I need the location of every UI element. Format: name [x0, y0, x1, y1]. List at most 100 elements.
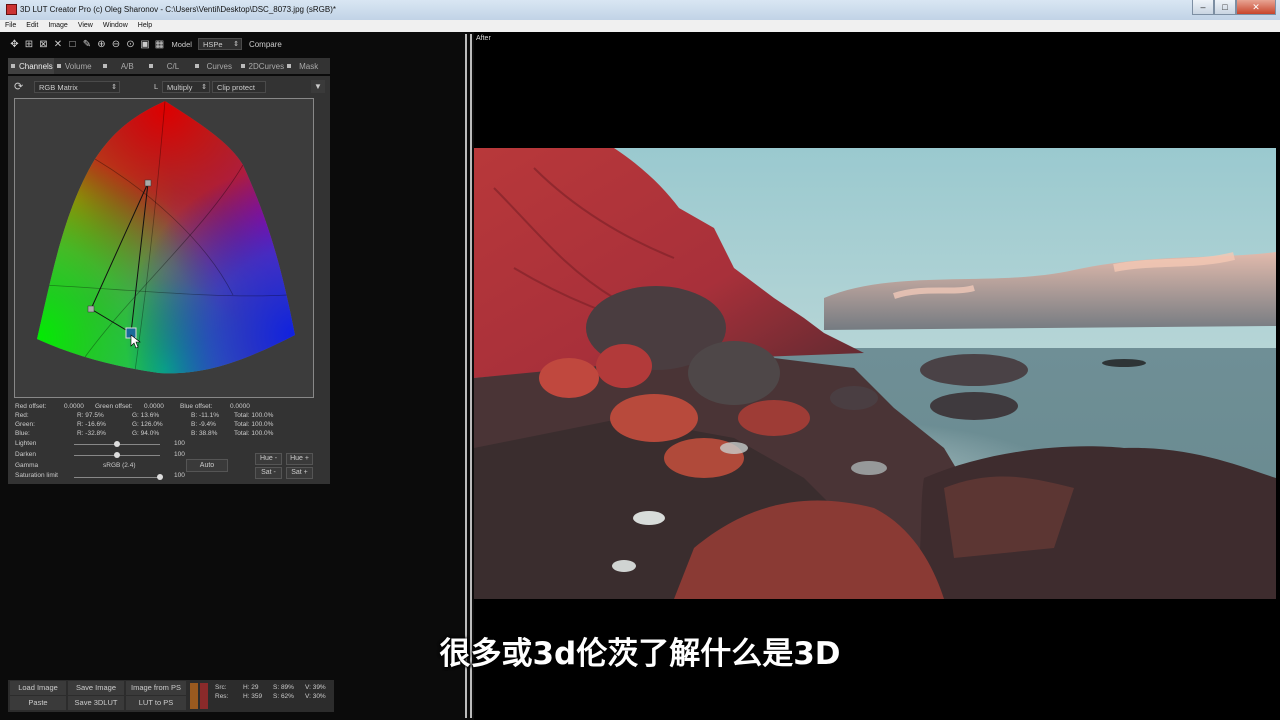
slider-knob[interactable] — [114, 441, 120, 447]
toolbar: ✥ ⊞ ⊠ ✕ □ ✎ ⊕ ⊖ ⊙ ▣ ▦ Model HSPe ⇕ Compa… — [8, 36, 282, 52]
clip-protect-label: Clip protect — [217, 83, 255, 92]
menu-file[interactable]: File — [0, 20, 21, 32]
grid-cross-icon[interactable]: ⊠ — [37, 38, 50, 51]
tab-marker-icon — [240, 64, 245, 68]
darken-label: Darken — [15, 451, 36, 458]
res-saturation: S: 62% — [273, 693, 294, 700]
matrix-row-label: Green: — [15, 421, 35, 428]
save-3dlut-button[interactable]: Save 3DLUT — [68, 696, 124, 710]
grid-icon[interactable]: ⊞ — [23, 38, 36, 51]
saturation-limit-slider[interactable] — [74, 474, 163, 480]
tab-channels[interactable]: Channels — [8, 58, 54, 74]
matrix-total: Total: 100.0% — [234, 412, 274, 419]
blend-select[interactable]: Multiply ⇕ — [162, 81, 210, 93]
res-value: V: 30% — [305, 693, 326, 700]
compare-button[interactable]: Compare — [249, 40, 282, 49]
lighten-slider[interactable] — [74, 441, 160, 447]
hue-minus-button[interactable]: Hue - — [255, 453, 282, 465]
zoom-in-icon[interactable]: ⊕ — [95, 38, 108, 51]
blue-offset-label: Blue offset: — [180, 403, 213, 410]
green-offset-value: 0.0000 — [144, 403, 164, 410]
color-matrix-canvas[interactable] — [14, 98, 314, 398]
grid-view-icon[interactable]: ▦ — [153, 38, 166, 51]
landscape-photo — [474, 148, 1276, 599]
close-button[interactable]: ✕ — [1236, 0, 1276, 15]
dropdown-arrow-icon[interactable]: ▼ — [311, 80, 325, 93]
menu-edit[interactable]: Edit — [21, 20, 43, 32]
saturation-limit-label: Saturation limit — [15, 472, 58, 479]
clip-protect-button[interactable]: Clip protect — [212, 81, 266, 93]
darken-slider[interactable] — [74, 452, 160, 458]
menu-window[interactable]: Window — [98, 20, 133, 32]
save-image-button[interactable]: Save Image — [68, 681, 124, 695]
tab-marker-icon — [102, 64, 107, 68]
sat-plus-button[interactable]: Sat + — [286, 467, 313, 479]
updown-icon: ⇕ — [233, 41, 239, 48]
splitter-line — [465, 34, 467, 718]
gamma-value[interactable]: sRGB (2.4) — [103, 462, 136, 469]
tab-ab[interactable]: A/B — [100, 58, 146, 74]
menu-view[interactable]: View — [73, 20, 98, 32]
maximize-button[interactable]: □ — [1214, 0, 1236, 15]
frame-icon[interactable]: ▣ — [139, 38, 152, 51]
model-label: Model — [171, 39, 192, 49]
load-image-button[interactable]: Load Image — [10, 681, 66, 695]
green-offset-label: Green offset: — [95, 403, 133, 410]
red-offset-label: Red offset: — [15, 403, 47, 410]
matrix-cell: G: 126.0% — [132, 421, 163, 428]
slider-knob[interactable] — [157, 474, 163, 480]
zoom-out-icon[interactable]: ⊖ — [110, 38, 123, 51]
src-hue: H: 29 — [243, 684, 259, 691]
move-icon[interactable]: ✥ — [8, 38, 21, 51]
matrix-cell: R: -16.6% — [77, 421, 106, 428]
tab-mask[interactable]: Mask — [284, 58, 330, 74]
cross-icon[interactable]: ✕ — [52, 38, 65, 51]
eyedropper-icon[interactable]: ✎ — [81, 38, 94, 51]
image-from-ps-button[interactable]: Image from PS — [126, 681, 186, 695]
tab-curves[interactable]: Curves — [192, 58, 238, 74]
video-subtitle: 很多或3d伦茨了解什么是3D — [439, 636, 841, 672]
blend-value: Multiply — [167, 83, 193, 92]
matrix-row-label: Blue: — [15, 430, 30, 437]
tab-marker-icon — [11, 64, 15, 68]
matrix-cell: B: -9.4% — [191, 421, 216, 428]
src-label: Src: — [215, 684, 227, 691]
tab-volume[interactable]: Volume — [54, 58, 100, 74]
matrix-total: Total: 100.0% — [234, 421, 274, 428]
hue-plus-button[interactable]: Hue + — [286, 453, 313, 465]
matrix-cell: R: -32.8% — [77, 430, 106, 437]
src-saturation: S: 89% — [273, 684, 294, 691]
tab-2dcurves[interactable]: 2DCurves — [238, 58, 284, 74]
mode-select[interactable]: RGB Matrix ⇕ — [34, 81, 120, 93]
zoom-fit-icon[interactable]: ⊙ — [124, 38, 137, 51]
res-hue: H: 359 — [243, 693, 263, 700]
sat-minus-button[interactable]: Sat - — [255, 467, 282, 479]
matrix-cell: B: 38.8% — [191, 430, 218, 437]
model-select[interactable]: HSPe ⇕ — [197, 38, 242, 50]
auto-button[interactable]: Auto — [186, 459, 228, 472]
updown-icon: ⇕ — [111, 84, 117, 91]
lighten-label: Lighten — [15, 440, 37, 447]
lut-to-ps-button[interactable]: LUT to PS — [126, 696, 186, 710]
minimize-button[interactable]: – — [1192, 0, 1214, 15]
red-point-handle — [144, 179, 152, 187]
tab-marker-icon — [194, 64, 199, 68]
paste-button[interactable]: Paste — [10, 696, 66, 710]
bottom-bar: Load Image Save Image Image from PS Past… — [8, 680, 334, 712]
select-icon[interactable]: □ — [66, 38, 79, 51]
matrix-cell: G: 13.6% — [132, 412, 160, 419]
gamma-label: Gamma — [15, 462, 39, 469]
after-label: After — [476, 35, 491, 42]
menu-help[interactable]: Help — [133, 20, 157, 32]
updown-icon: ⇕ — [201, 84, 207, 91]
blue-offset-value: 0.0000 — [230, 403, 250, 410]
tab-cl[interactable]: C/L — [146, 58, 192, 74]
darken-value: 100 — [174, 451, 185, 458]
l-label: L — [154, 82, 159, 91]
title-bar: 3D LUT Creator Pro (c) Oleg Sharonov - C… — [0, 0, 1280, 20]
reset-icon[interactable]: ⟳ — [14, 80, 23, 94]
menu-image[interactable]: Image — [43, 20, 72, 32]
splitter-line — [470, 34, 472, 718]
window-title: 3D LUT Creator Pro (c) Oleg Sharonov - C… — [20, 5, 336, 14]
slider-knob[interactable] — [114, 452, 120, 458]
